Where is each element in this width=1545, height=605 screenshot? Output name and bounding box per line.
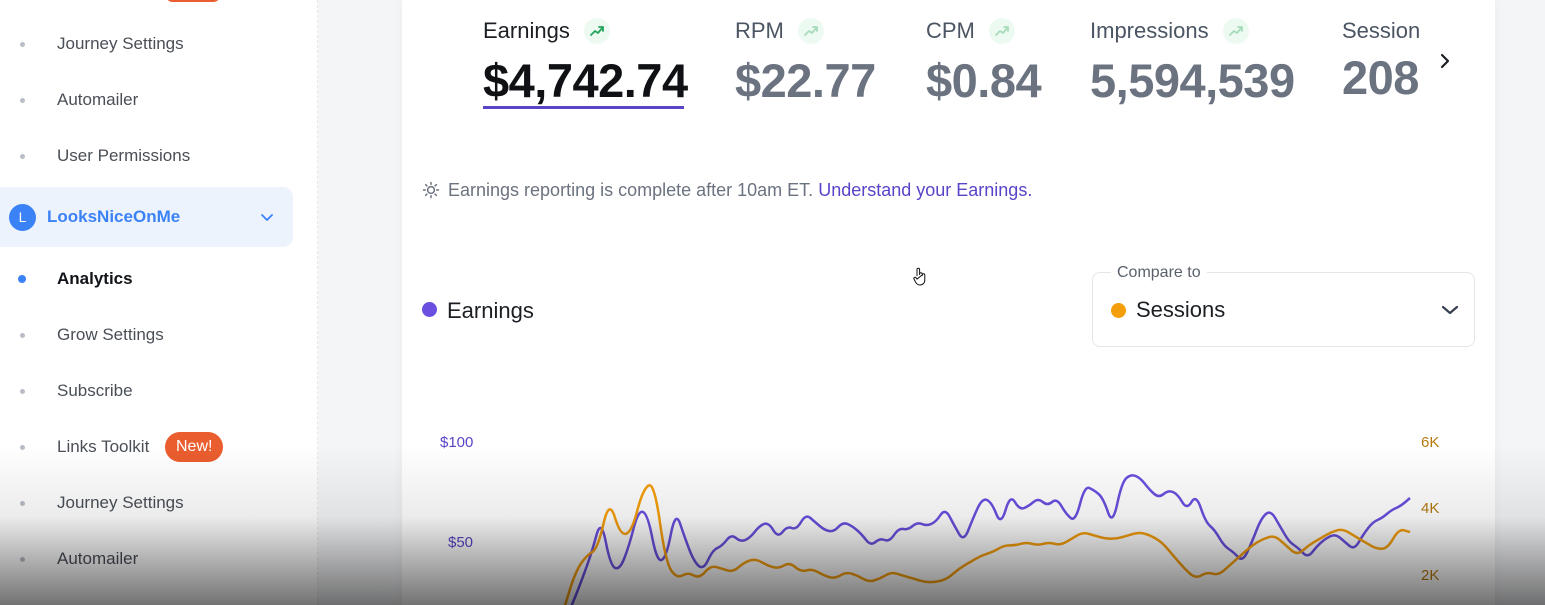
bullet-icon [20,501,25,506]
bullet-icon [20,389,25,394]
bullet-icon [20,42,25,47]
sidebar-item-grow-settings[interactable]: Grow Settings [0,315,300,355]
bullet-icon [20,154,25,159]
sidebar-item-label: Links Toolkit [57,437,150,456]
site-avatar: L [9,204,36,231]
badge-partial [165,0,221,2]
new-badge: New! [165,432,224,462]
sidebar-item-label: User Permissions [57,146,191,165]
sidebar-item-label: Subscribe [57,381,133,400]
sidebar-item-label: Journey Settings [57,493,184,512]
series-line-earnings [570,474,1411,605]
sidebar-item-links-toolkit[interactable]: Links Toolkit New! [0,427,300,467]
bullet-icon [18,275,26,283]
series-line-sessions [563,484,1411,605]
bullet-icon [20,445,25,450]
earnings-chart [563,474,1411,605]
chevron-down-icon[interactable] [259,209,275,225]
sidebar-item-label: Analytics [57,269,133,288]
site-selector[interactable]: L LooksNiceOnMe [0,187,293,247]
sidebar-item-label: Grow Settings [57,325,164,344]
sidebar-item-user-permissions[interactable]: User Permissions [0,136,300,176]
bullet-icon [20,557,25,562]
sidebar-item-label: Automailer [57,90,139,109]
bullet-icon [20,98,25,103]
sidebar-item-journey-settings[interactable]: Journey Settings [0,24,300,64]
analytics-card: Earnings $4,742.74 RPM $22.77 CPM $0.84 … [402,0,1495,605]
sidebar-item-subscribe[interactable]: Subscribe [0,371,300,411]
sidebar-item-automailer[interactable]: Automailer [0,80,300,120]
sidebar-item-label: Journey Settings [57,34,184,53]
sidebar-item-label: Automailer [57,549,139,568]
pointer-cursor-icon [913,267,926,286]
sidebar-item-journey-settings[interactable]: Journey Settings [0,483,300,523]
sidebar-item-automailer[interactable]: Automailer [0,539,300,579]
sidebar-item-analytics[interactable]: Analytics [0,259,300,299]
site-name: LooksNiceOnMe [47,207,181,226]
bullet-icon [20,333,25,338]
sidebar: Journey Settings Automailer User Permiss… [0,0,318,605]
